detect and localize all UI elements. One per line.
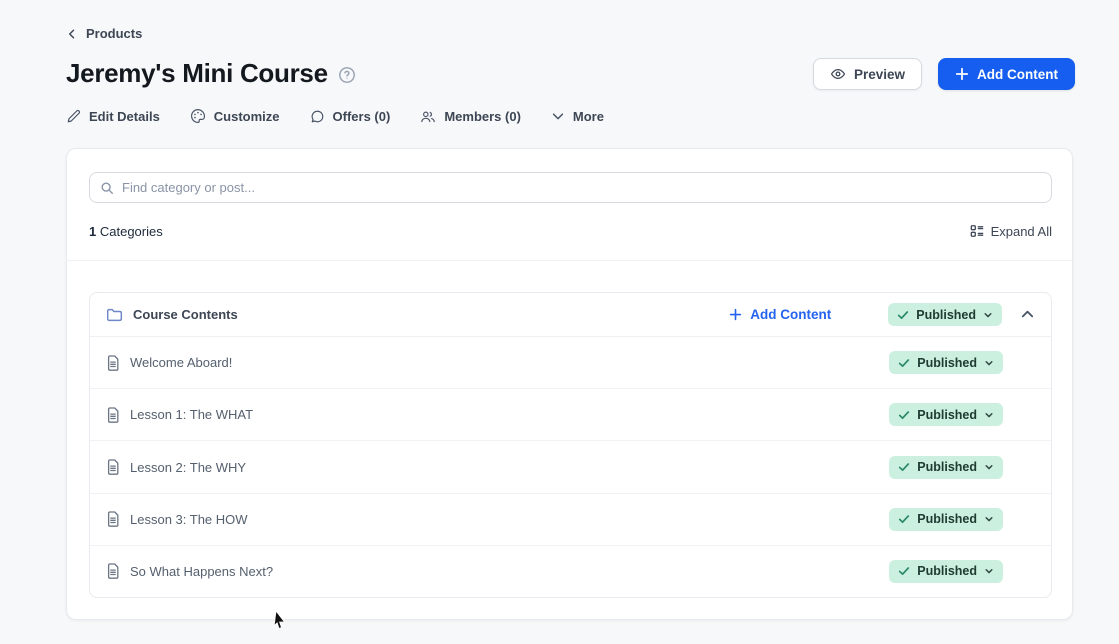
chevron-down-icon [984,358,994,368]
post-status-badge[interactable]: Published [889,456,1003,479]
check-icon [897,309,909,321]
breadcrumb[interactable]: Products [66,26,142,41]
post-row: Lesson 2: The WHY Published [90,441,1051,493]
post-status-label: Published [917,356,977,370]
post-status-badge[interactable]: Published [889,403,1003,426]
document-icon [106,563,120,579]
expand-all-icon [970,224,984,238]
tab-label: Edit Details [89,109,160,124]
pencil-icon [66,109,81,124]
post-status-label: Published [917,512,977,526]
post-title: Lesson 2: The WHY [130,460,246,475]
category-add-content-label: Add Content [750,307,831,322]
post-row: Welcome Aboard! Published [90,337,1051,389]
course-content-card: 1 Categories Expand All Course Contents [66,148,1073,620]
search-input[interactable] [122,180,1041,195]
category-name: Course Contents [106,307,238,322]
search-box[interactable] [89,172,1052,203]
breadcrumb-label: Products [86,26,142,41]
tab-members[interactable]: Members (0) [420,107,521,126]
expand-all-button[interactable]: Expand All [970,224,1052,239]
tab-label: Customize [214,109,280,124]
chevron-down-icon [551,109,565,123]
document-icon [106,355,120,371]
search-icon [100,181,114,195]
help-icon[interactable] [338,66,356,84]
category-status-label: Published [916,308,976,322]
tab-offers[interactable]: Offers (0) [310,107,391,126]
preview-button[interactable]: Preview [813,58,922,90]
post-row: Lesson 1: The WHAT Published [90,389,1051,441]
check-icon [898,357,910,369]
post-title: So What Happens Next? [130,564,273,579]
tab-label: More [573,109,604,124]
post-status-label: Published [917,564,977,578]
tab-label: Members (0) [444,109,521,124]
document-icon [106,407,120,423]
collapse-chevron-up-icon[interactable] [1020,307,1035,322]
post-status-badge[interactable]: Published [889,560,1003,583]
post-status-label: Published [917,408,977,422]
add-content-button[interactable]: Add Content [938,58,1075,90]
document-icon [106,459,120,475]
post-title: Lesson 3: The HOW [130,512,248,527]
category-add-content-link[interactable]: Add Content [729,307,831,322]
eye-icon [830,66,846,82]
post-status-badge[interactable]: Published [889,351,1003,374]
post-status-label: Published [917,460,977,474]
tab-more[interactable]: More [551,107,604,126]
chevron-down-icon [984,566,994,576]
check-icon [898,565,910,577]
palette-icon [190,108,206,124]
chevron-left-icon [66,28,78,40]
post-row: So What Happens Next? Published [90,546,1051,597]
tab-bar: Edit Details Customize Offers (0) Member… [66,106,604,126]
post-title: Lesson 1: The WHAT [130,407,253,422]
document-icon [106,511,120,527]
chevron-down-icon [984,462,994,472]
divider [67,260,1072,261]
check-icon [898,409,910,421]
folder-icon [106,307,123,322]
page-title: Jeremy's Mini Course [66,58,356,89]
expand-all-label: Expand All [991,224,1052,239]
category-status-badge[interactable]: Published [888,303,1002,326]
category-card: Course Contents Add Content Published [89,292,1052,598]
comment-icon [310,109,325,124]
tab-edit-details[interactable]: Edit Details [66,107,160,126]
post-status-badge[interactable]: Published [889,508,1003,531]
plus-icon [955,67,969,81]
preview-button-label: Preview [854,67,905,82]
tab-customize[interactable]: Customize [190,106,280,126]
tab-label: Offers (0) [333,109,391,124]
plus-icon [729,308,742,321]
post-title: Welcome Aboard! [130,355,232,370]
users-icon [420,109,436,124]
category-header: Course Contents Add Content Published [90,293,1051,337]
chevron-down-icon [983,310,993,320]
check-icon [898,513,910,525]
chevron-down-icon [984,410,994,420]
post-row: Lesson 3: The HOW Published [90,494,1051,546]
categories-count: 1 Categories [89,224,163,239]
check-icon [898,461,910,473]
add-content-button-label: Add Content [977,67,1058,82]
chevron-down-icon [984,514,994,524]
